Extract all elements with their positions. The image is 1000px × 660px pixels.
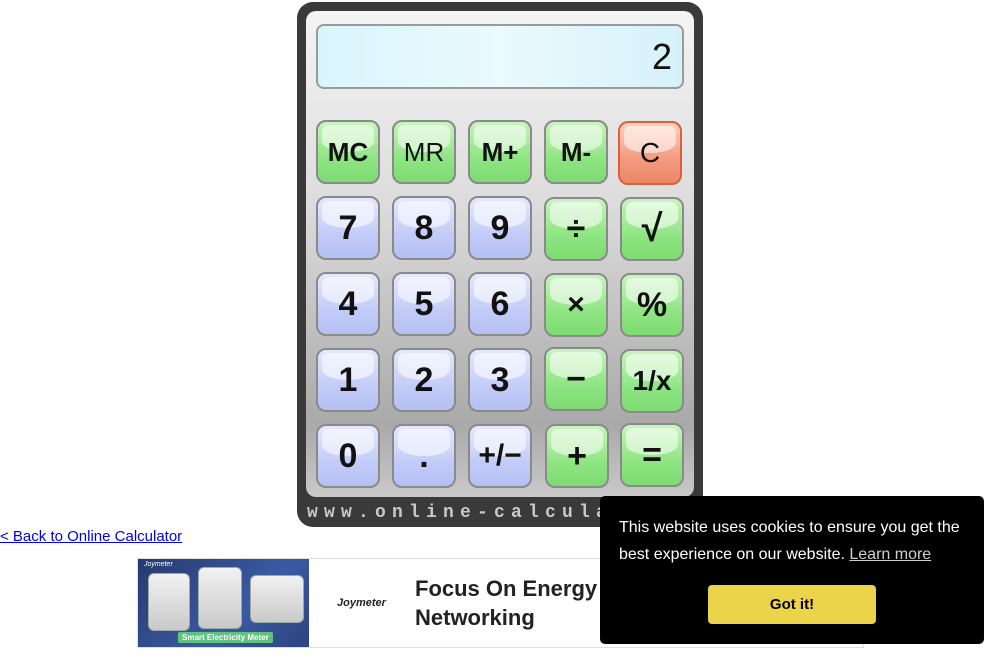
meter-icon xyxy=(198,567,242,629)
digit-4-button[interactable]: 4 xyxy=(316,272,380,336)
digit-1-button[interactable]: 1 xyxy=(316,348,380,412)
ad-headline[interactable]: Focus On Energy Networking xyxy=(415,574,615,632)
multiply-button[interactable]: × xyxy=(544,273,608,337)
learn-more-link[interactable]: Learn more xyxy=(849,546,931,563)
memory-recall-button[interactable]: MR xyxy=(392,120,456,184)
digit-6-button[interactable]: 6 xyxy=(468,272,532,336)
cookie-accept-button[interactable]: Got it! xyxy=(708,585,876,624)
subtract-button[interactable]: − xyxy=(544,347,608,411)
plus-minus-button[interactable]: +/− xyxy=(468,424,532,488)
digit-7-button[interactable]: 7 xyxy=(316,196,380,260)
equals-button[interactable]: = xyxy=(620,423,684,487)
digit-0-button[interactable]: 0 xyxy=(316,424,380,488)
meter-icon xyxy=(250,575,304,623)
add-button[interactable]: + xyxy=(545,424,609,488)
percent-button[interactable]: % xyxy=(620,273,684,337)
back-to-calculator-link[interactable]: < Back to Online Calculator xyxy=(0,528,182,545)
calculator-display: 2 xyxy=(316,24,684,89)
digit-5-button[interactable]: 5 xyxy=(392,272,456,336)
ad-image-brand: Joymeter xyxy=(144,561,173,568)
cookie-message-container: This website uses cookies to ensure you … xyxy=(619,514,965,568)
memory-add-button[interactable]: M+ xyxy=(468,120,532,184)
digit-9-button[interactable]: 9 xyxy=(468,196,532,260)
digit-8-button[interactable]: 8 xyxy=(392,196,456,260)
divide-button[interactable]: ÷ xyxy=(544,197,608,261)
decimal-point-button[interactable]: . xyxy=(392,424,456,488)
calculator: 2 MC MR M+ M- C 7 8 9 ÷ √ 4 5 6 × % 1 2 … xyxy=(297,2,703,527)
meter-icon xyxy=(148,573,190,631)
ad-image-caption: Smart Electricity Meter xyxy=(178,632,273,643)
cookie-banner: This website uses cookies to ensure you … xyxy=(600,496,984,644)
square-root-button[interactable]: √ xyxy=(620,197,684,261)
ad-logo: Joymeter xyxy=(337,597,386,609)
reciprocal-button[interactable]: 1/x xyxy=(620,349,684,413)
digit-3-button[interactable]: 3 xyxy=(468,348,532,412)
memory-clear-button[interactable]: MC xyxy=(316,120,380,184)
clear-button[interactable]: C xyxy=(618,121,682,185)
ad-product-image[interactable]: Joymeter Smart Electricity Meter xyxy=(138,559,309,647)
digit-2-button[interactable]: 2 xyxy=(392,348,456,412)
memory-subtract-button[interactable]: M- xyxy=(544,120,608,184)
